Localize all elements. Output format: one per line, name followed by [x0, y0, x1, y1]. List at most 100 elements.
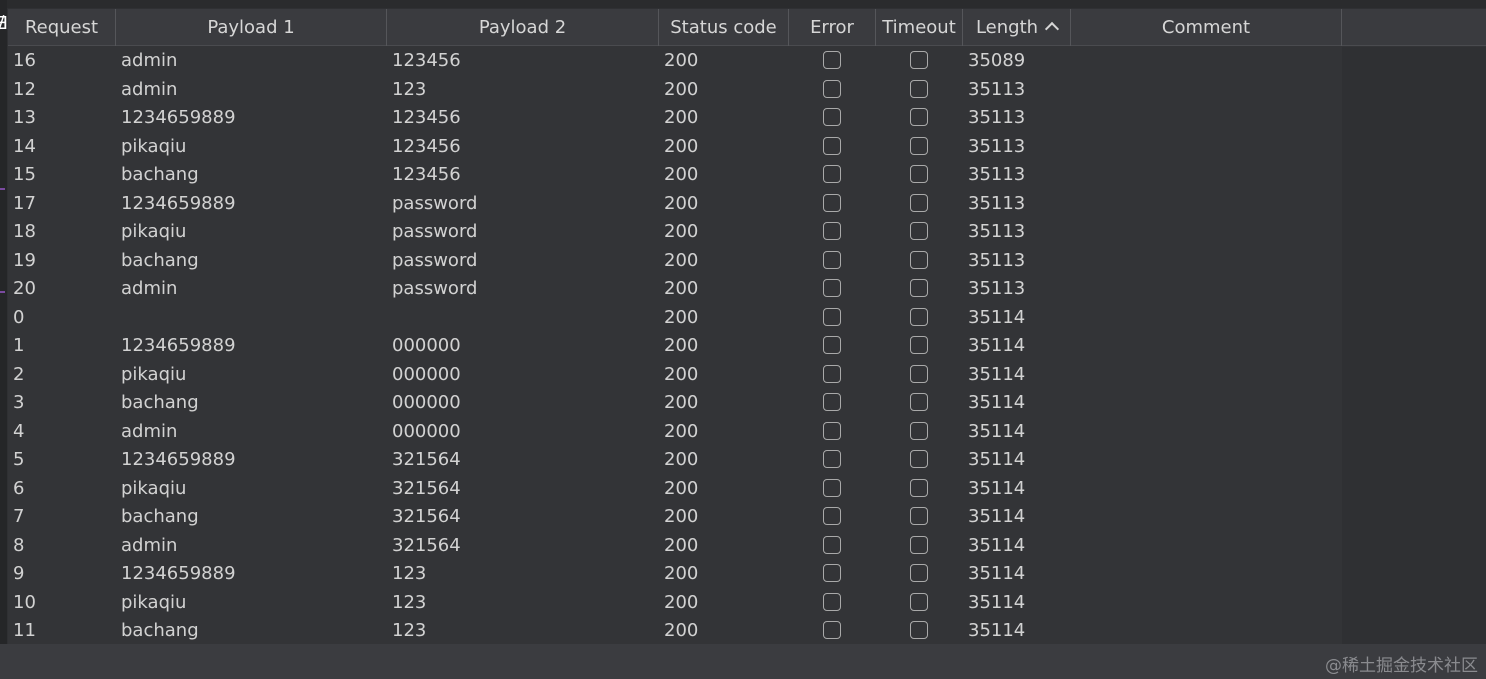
cell-payload1: admin — [121, 50, 178, 71]
table-row[interactable]: 10 pikaqiu 123 200 35114 — [8, 589, 1342, 618]
cell-request: 8 — [13, 534, 25, 556]
error-checkbox[interactable] — [823, 279, 841, 297]
bottom-bar — [0, 644, 1486, 679]
error-checkbox[interactable] — [823, 79, 841, 98]
table-row[interactable]: 8 admin 321564 200 35114 — [8, 532, 1342, 561]
error-checkbox[interactable] — [823, 450, 841, 468]
cell-status: 200 — [664, 420, 699, 442]
cell-payload2: 321564 — [392, 506, 461, 527]
error-checkbox[interactable] — [823, 336, 841, 354]
error-checkbox[interactable] — [823, 250, 841, 269]
column-header-comment[interactable]: Comment — [1071, 9, 1342, 46]
cell-request: 5 — [13, 449, 25, 470]
cell-request: 3 — [13, 392, 25, 413]
column-header-payload2[interactable]: Payload 2 — [387, 9, 659, 46]
cell-payload1: pikaqiu — [121, 591, 187, 613]
cell-status: 200 — [664, 278, 699, 299]
table-row[interactable]: 19 bachang password 200 35113 — [8, 247, 1342, 276]
table-row[interactable]: 7 bachang 321564 200 35114 — [8, 503, 1342, 532]
timeout-checkbox[interactable] — [910, 165, 928, 183]
timeout-checkbox[interactable] — [910, 79, 928, 98]
table-row[interactable]: 12 admin 123 200 35113 — [8, 76, 1342, 105]
column-header-status[interactable]: Status code — [659, 9, 789, 46]
column-header-error[interactable]: Error — [789, 9, 876, 46]
column-header-timeout[interactable]: Timeout — [876, 9, 963, 46]
cell-length: 35089 — [968, 50, 1026, 71]
table-row[interactable]: 14 pikaqiu 123456 200 35113 — [8, 133, 1342, 162]
error-checkbox[interactable] — [823, 136, 841, 155]
table-row[interactable]: 17 1234659889 password 200 35113 — [8, 190, 1342, 219]
timeout-checkbox[interactable] — [910, 51, 928, 69]
error-checkbox[interactable] — [823, 421, 841, 440]
cell-payload1: bachang — [121, 164, 199, 185]
timeout-checkbox[interactable] — [910, 421, 928, 440]
cell-status: 200 — [664, 78, 699, 100]
timeout-checkbox[interactable] — [910, 535, 928, 554]
timeout-checkbox[interactable] — [910, 364, 928, 383]
table-row[interactable]: 20 admin password 200 35113 — [8, 275, 1342, 304]
error-checkbox[interactable] — [823, 364, 841, 383]
column-header-label: Length — [975, 17, 1039, 38]
cell-length: 35114 — [968, 506, 1026, 527]
cell-length: 35113 — [968, 164, 1026, 185]
cell-status: 200 — [664, 392, 699, 413]
error-checkbox[interactable] — [823, 108, 841, 126]
column-header-request[interactable]: Request — [8, 9, 116, 46]
cell-payload2: 123 — [392, 591, 427, 613]
error-checkbox[interactable] — [823, 165, 841, 183]
cell-status: 200 — [664, 107, 699, 128]
cell-payload2: 321564 — [392, 534, 461, 556]
error-checkbox[interactable] — [823, 535, 841, 554]
error-checkbox[interactable] — [823, 193, 841, 212]
table-row[interactable]: 15 bachang 123456 200 35113 — [8, 161, 1342, 190]
timeout-checkbox[interactable] — [910, 450, 928, 468]
timeout-checkbox[interactable] — [910, 193, 928, 212]
cell-request: 6 — [13, 477, 25, 499]
cell-status: 200 — [664, 591, 699, 613]
table-row[interactable]: 13 1234659889 123456 200 35113 — [8, 104, 1342, 133]
error-checkbox[interactable] — [823, 307, 841, 326]
timeout-checkbox[interactable] — [910, 336, 928, 354]
error-checkbox[interactable] — [823, 507, 841, 525]
cell-request: 17 — [13, 192, 36, 214]
timeout-checkbox[interactable] — [910, 222, 928, 240]
timeout-checkbox[interactable] — [910, 507, 928, 525]
table-row[interactable]: 0 200 35114 — [8, 304, 1342, 333]
timeout-checkbox[interactable] — [910, 250, 928, 269]
timeout-checkbox[interactable] — [910, 136, 928, 155]
error-checkbox[interactable] — [823, 478, 841, 497]
table-body[interactable]: 16 admin 123456 200 35089 12 admin 123 200 35113 1… — [8, 47, 1342, 646]
table-row[interactable]: 2 pikaqiu 000000 200 35114 — [8, 361, 1342, 390]
timeout-checkbox[interactable] — [910, 621, 928, 639]
column-header-payload1[interactable]: Payload 1 — [116, 9, 387, 46]
intruder-results-window: ∄ Request Payload 1 Payload 2 Status code Er… — [0, 0, 1486, 679]
timeout-checkbox[interactable] — [910, 279, 928, 297]
error-checkbox[interactable] — [823, 393, 841, 411]
edge-marker — [0, 291, 5, 293]
cell-length: 35113 — [968, 192, 1026, 214]
error-checkbox[interactable] — [823, 621, 841, 639]
table-row[interactable]: 18 pikaqiu password 200 35113 — [8, 218, 1342, 247]
column-header-label: Payload 1 — [207, 17, 295, 38]
column-header-label: Status code — [670, 17, 777, 38]
timeout-checkbox[interactable] — [910, 307, 928, 326]
error-checkbox[interactable] — [823, 564, 841, 582]
table-row[interactable]: 3 bachang 000000 200 35114 — [8, 389, 1342, 418]
table-row[interactable]: 11 bachang 123 200 35114 — [8, 617, 1342, 646]
timeout-checkbox[interactable] — [910, 592, 928, 611]
error-checkbox[interactable] — [823, 51, 841, 69]
error-checkbox[interactable] — [823, 222, 841, 240]
table-row[interactable]: 1 1234659889 000000 200 35114 — [8, 332, 1342, 361]
column-header-length[interactable]: Length — [963, 9, 1071, 46]
table-row[interactable]: 9 1234659889 123 200 35114 — [8, 560, 1342, 589]
table-row[interactable]: 5 1234659889 321564 200 35114 — [8, 446, 1342, 475]
table-row[interactable]: 16 admin 123456 200 35089 — [8, 47, 1342, 76]
table-row[interactable]: 6 pikaqiu 321564 200 35114 — [8, 475, 1342, 504]
timeout-checkbox[interactable] — [910, 564, 928, 582]
error-checkbox[interactable] — [823, 592, 841, 611]
timeout-checkbox[interactable] — [910, 393, 928, 411]
cell-payload2: password — [392, 221, 478, 242]
timeout-checkbox[interactable] — [910, 108, 928, 126]
timeout-checkbox[interactable] — [910, 478, 928, 497]
table-row[interactable]: 4 admin 000000 200 35114 — [8, 418, 1342, 447]
